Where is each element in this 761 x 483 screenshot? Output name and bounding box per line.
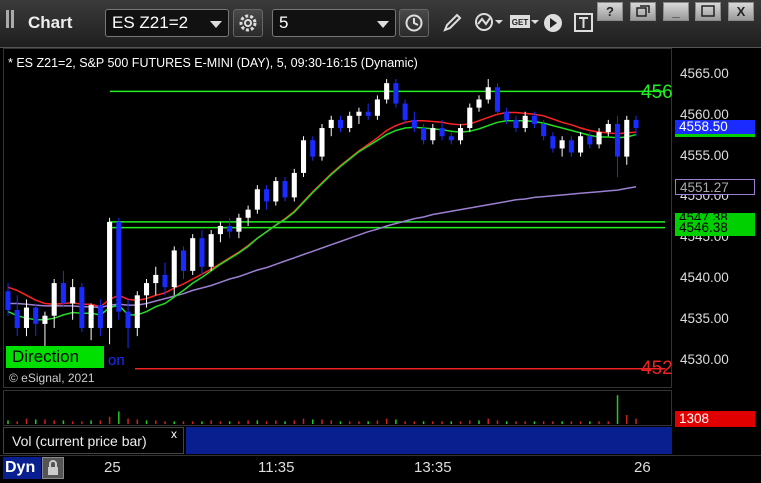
price-chart-pane[interactable] [3, 48, 672, 388]
upper-level-label: 456 [641, 82, 673, 103]
volume-label-text: Vol (current price bar) [12, 433, 147, 449]
restore-icon [636, 5, 650, 17]
dynamic-mode-button[interactable]: Dyn [3, 457, 41, 479]
volume-value-tag: 1308 [675, 411, 755, 427]
minimize-button[interactable]: _ [663, 2, 689, 21]
clock-icon [405, 14, 423, 32]
price-tick-label: 4530.00 [680, 351, 729, 367]
time-label-25: 25 [104, 459, 121, 476]
copyright-text: © eSignal, 2021 [9, 371, 95, 385]
price-tick-label: 4555.00 [680, 147, 729, 163]
price-tick-label: 4565.00 [680, 66, 729, 81]
draw-tool-button[interactable] [437, 9, 467, 37]
window-title: Chart [28, 13, 73, 32]
close-button[interactable]: X [728, 2, 754, 21]
lock-shape-icon [48, 460, 58, 475]
chevron-down-icon [377, 21, 389, 28]
maximize-icon [701, 5, 715, 17]
time-label-1335: 13:35 [414, 459, 452, 476]
lock-icon[interactable] [42, 457, 64, 479]
time-label-26: 26 [634, 459, 651, 476]
settings-button[interactable] [233, 9, 263, 37]
price-tick-label: 4540.00 [680, 270, 729, 285]
last-price-tag: 4558.50 [675, 120, 755, 134]
volume-close-icon[interactable]: x [171, 427, 177, 441]
svg-text:GET: GET [512, 18, 529, 27]
play-icon [544, 14, 562, 32]
lower-level-label: 452 [641, 358, 673, 379]
direction-button[interactable]: Direction [6, 346, 104, 368]
restore-button[interactable] [630, 2, 656, 21]
chevron-down-icon [210, 21, 222, 28]
drag-grip-icon[interactable] [6, 10, 22, 28]
price-tick-label: 4535.00 [680, 310, 729, 326]
text-tool-icon [574, 13, 593, 32]
help-button[interactable]: ? [597, 2, 623, 21]
text-tool-button[interactable] [569, 9, 599, 37]
chart-toolbar: Chart ES Z21=2 5 GET ? _ X [0, 0, 761, 48]
level-tag-b: 4546.38 [675, 220, 755, 236]
maximize-button[interactable] [695, 2, 721, 21]
pencil-icon [443, 13, 462, 32]
study-button[interactable] [470, 9, 503, 37]
time-button[interactable] [399, 9, 429, 37]
interval-value: 5 [279, 13, 289, 32]
play-button[interactable] [537, 9, 567, 37]
get-icon: GET [510, 15, 539, 28]
volume-study-bar [186, 427, 672, 454]
study-wave-icon [475, 13, 503, 31]
purple-ma-tag: 4551.27 [675, 179, 755, 195]
symbol-value: ES Z21=2 [112, 13, 189, 32]
symbol-selector[interactable]: ES Z21=2 [105, 9, 229, 37]
chart-header: * ES Z21=2, S&P 500 FUTURES E-MINI (DAY)… [8, 56, 418, 70]
time-label-1135: 11:35 [258, 459, 295, 476]
gear-icon [239, 14, 257, 32]
get-data-button[interactable]: GET [505, 9, 539, 37]
volume-study-label[interactable]: Vol (current price bar) [3, 427, 184, 454]
direction-tail-text: on [108, 352, 125, 369]
interval-selector[interactable]: 5 [272, 9, 396, 37]
volume-pane[interactable] [3, 390, 672, 426]
